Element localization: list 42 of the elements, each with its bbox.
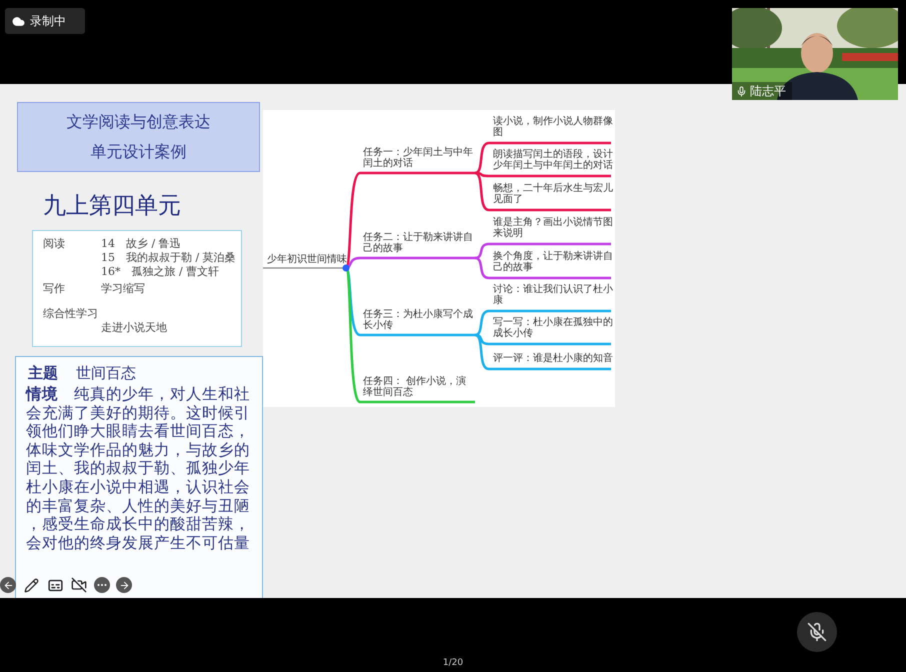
theme-label: 主题 (28, 363, 58, 383)
content-item: 走进小说天地 (101, 321, 168, 335)
subtask-label: 畅想，二十年后水生与宏儿见面了 (493, 183, 614, 205)
context-paragraph: 情境 纯真的少年，对人生和社会充满了美好的期待。这时候引领他们睁大眼睛去看世间百态，体味文学作品的魅力，与故乡的闰土、我的叔叔于勒、孤独少年杜小康在小说中相遇，认识社会的丰富复杂、人性的美好与丑陋，感受生命成长中的酸甜苦辣，会对他的终身发展产生不可估量 (26, 385, 251, 552)
content-item: 16* 孤独之旅 / 曹文轩 (101, 265, 220, 279)
arrow-right-icon (118, 580, 130, 590)
content-item: 14 故乡 / 鲁迅 (101, 237, 182, 251)
root-label: 少年初识世间情味 (267, 254, 347, 266)
category-label: 综合性学习 (43, 307, 99, 321)
microphone-button[interactable] (797, 612, 837, 652)
pen-icon (24, 578, 38, 592)
camera-off-button[interactable] (70, 576, 88, 594)
title-line: 单元设计案例 (90, 141, 186, 163)
camera-off-icon (71, 577, 87, 593)
subtask-label: 评一评：谁是杜小康的知音 (493, 353, 614, 364)
content-item: 15 我的叔叔于勒 / 莫泊桑 (101, 251, 236, 265)
title-line: 文学阅读与创意表达 (66, 111, 210, 133)
previous-button[interactable] (0, 577, 16, 593)
root-node-dot (342, 264, 350, 272)
pen-button[interactable] (22, 576, 40, 594)
cloud-icon (12, 14, 25, 28)
task-label: 任务四： 创作小说，演绎世间百态 (363, 376, 468, 398)
microphone-off-icon (807, 622, 827, 642)
subtask-label: 讨论：谁让我们认识了杜小康 (493, 284, 614, 306)
category-label: 阅读 (43, 237, 66, 252)
recording-label: 录制中 (30, 13, 66, 30)
page-indicator: 1/20 (442, 656, 464, 670)
theme-value: 世间百态 (76, 363, 136, 383)
microphone-icon (736, 86, 747, 96)
subtask-label: 谁是主角？画出小说情节图来说明 (493, 217, 614, 239)
subtask-label: 换个角度，让于勒来讲讲自己的故事 (493, 251, 614, 273)
subtask-label: 写一写：杜小康在孤独中的成长小传 (493, 317, 614, 339)
category-label: 写作 (43, 282, 66, 296)
task-label: 任务一：少年闰土与中年闰土的对话 (363, 147, 473, 169)
subtask-label: 读小说，制作小说人物群像图 (493, 116, 614, 138)
unit-title: 九上第四单元 (43, 192, 182, 220)
content-item: 学习缩写 (101, 282, 145, 296)
arrow-left-icon (2, 580, 14, 590)
subtask-label: 朗读描写闰土的语段，设计少年闰土与中年闰土的对话 (493, 149, 614, 171)
task-label: 任务二：让于勒来讲讲自己的故事 (363, 232, 473, 254)
task-label: 任务三：为杜小康写个成长小传 (363, 309, 473, 331)
participant-name: 陆志平 (750, 83, 786, 100)
